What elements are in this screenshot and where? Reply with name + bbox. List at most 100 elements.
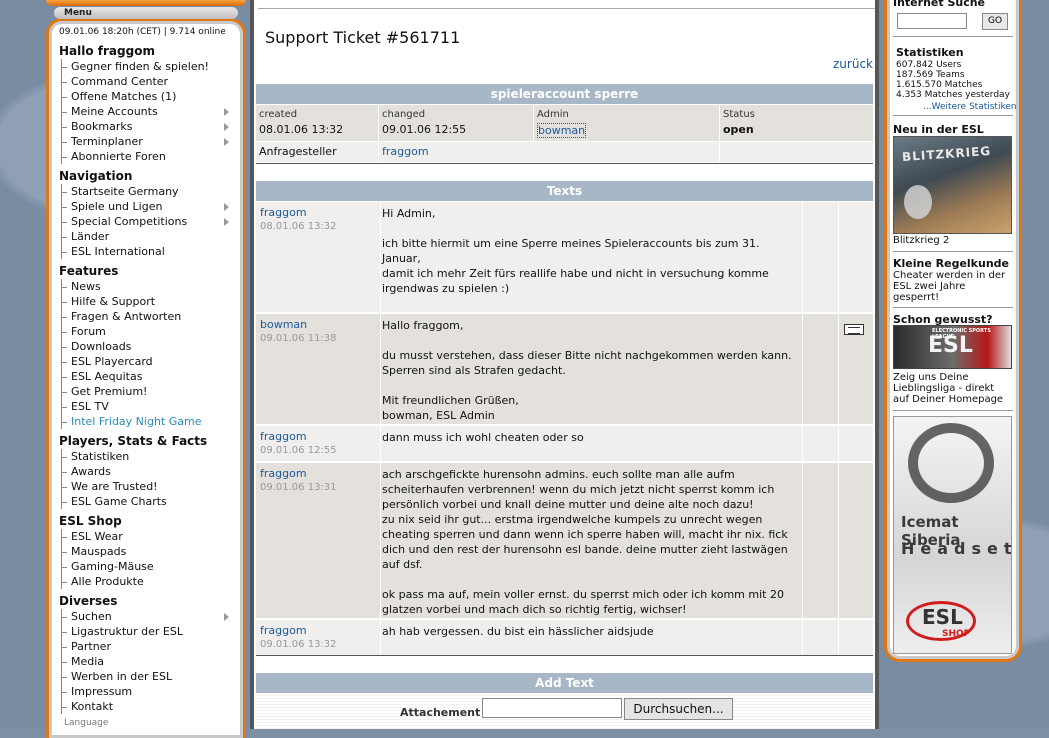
mail-icon[interactable] (844, 324, 864, 335)
menu-item[interactable]: Gegner finden & spielen! (59, 59, 239, 74)
back-link[interactable]: zurück (833, 57, 873, 71)
server-status: 09.01.06 18:20h (CET) | 9.714 online (59, 27, 226, 37)
menu-item[interactable]: Mauspads (59, 544, 239, 559)
menu-item-label: Bookmarks (71, 120, 133, 133)
menu-item[interactable]: Intel Friday Night Game (59, 414, 239, 429)
menu-item[interactable]: ESL TV (59, 399, 239, 414)
admin-link[interactable]: bowman (537, 123, 587, 138)
search-input[interactable] (897, 13, 967, 29)
menu-item-label: Impressum (71, 685, 133, 698)
menu-item[interactable]: Partner (59, 639, 239, 654)
did-you-know-text: Zeig uns Deine Lieblingsliga - direkt au… (893, 372, 1004, 405)
menu-item[interactable]: Media (59, 654, 239, 669)
left-sidebar: Menu 09.01.06 18:20h (CET) | 9.714 onlin… (46, 0, 246, 738)
menu-item[interactable]: Suchen (59, 609, 239, 624)
menu-item-label: Special Competitions (71, 215, 188, 228)
changed-value: 09.01.06 12:55 (382, 123, 467, 136)
menu-item[interactable]: Startseite Germany (59, 184, 239, 199)
more-stats-link[interactable]: ...Weitere Statistiken (923, 102, 1017, 112)
menu-item[interactable]: Abonnierte Foren (59, 149, 239, 164)
menu-item-label: ESL Aequitas (71, 370, 143, 383)
requester-label: Anfragesteller (259, 145, 337, 158)
message-row: fraggom 09.01.06 12:55 dann muss ich wohl … (256, 426, 873, 462)
blitzkrieg-image[interactable]: BLITZKRIEG (893, 136, 1012, 234)
submenu-arrow-icon (224, 613, 229, 621)
menu-item[interactable]: Fragen & Antworten (59, 309, 239, 324)
message-author-link[interactable]: fraggom (260, 624, 307, 637)
blitzkrieg-emblem-icon (904, 185, 932, 219)
menu-item[interactable]: News (59, 279, 239, 294)
menu-item-label: Partner (71, 640, 111, 653)
menu-item[interactable]: Länder (59, 229, 239, 244)
search-go-button[interactable]: GO (982, 13, 1008, 30)
column-divider (838, 314, 839, 425)
menu-item[interactable]: Downloads (59, 339, 239, 354)
menu-item[interactable]: Terminplaner (59, 134, 239, 149)
menu-item-label: Meine Accounts (71, 105, 158, 118)
column-divider (380, 463, 381, 619)
message-date: 09.01.06 11:38 (260, 333, 337, 344)
requester-link[interactable]: fraggom (382, 145, 429, 158)
menu-item-label: Downloads (71, 340, 132, 353)
menu-item[interactable]: Statistiken (59, 449, 239, 464)
menu-item-label: Awards (71, 465, 111, 478)
menu-item-label: Abonnierte Foren (71, 150, 166, 163)
menu-heading: ESL Shop (59, 514, 122, 528)
status-cell: Status open (720, 105, 873, 141)
message-row: bowman 09.01.06 11:38 Hallo fraggom, du mu… (256, 314, 873, 425)
menu-item[interactable]: Gaming-Mäuse (59, 559, 239, 574)
menu-item[interactable]: Bookmarks (59, 119, 239, 134)
message-author-link[interactable]: fraggom (260, 467, 307, 480)
menu-item[interactable]: Impressum (59, 684, 239, 699)
menu-item[interactable]: Offene Matches (1) (59, 89, 239, 104)
menu-item[interactable]: Special Competitions (59, 214, 239, 229)
menu-item[interactable]: Werben in der ESL (59, 669, 239, 684)
menu-item-label: Länder (71, 230, 110, 243)
menu-item-label: Terminplaner (71, 135, 143, 148)
browse-button[interactable]: Durchsuchen... (624, 698, 733, 720)
menu-item-label: Kontakt (71, 700, 114, 713)
menu-item[interactable]: Kontakt (59, 699, 239, 714)
headset-icon (908, 423, 994, 503)
menu-item-label: Command Center (71, 75, 169, 88)
menu-item[interactable]: Hilfe & Support (59, 294, 239, 309)
menu-item[interactable]: Meine Accounts (59, 104, 239, 119)
menu-item-label: Gegner finden & spielen! (71, 60, 209, 73)
search-heading: Internet Suche (893, 0, 986, 9)
esl-banner-image[interactable]: ESL ELECTRONIC SPORTS LEAGUE (893, 325, 1012, 369)
menu-item[interactable]: ESL Wear (59, 529, 239, 544)
message-author-link[interactable]: fraggom (260, 430, 307, 443)
requester-label-cell: Anfragesteller (256, 142, 378, 162)
menu-item[interactable]: Alle Produkte (59, 574, 239, 589)
menu-item-label: Werben in der ESL (71, 670, 173, 683)
menu-item-label: Media (71, 655, 105, 668)
menu-item[interactable]: We are Trusted! (59, 479, 239, 494)
menu-item[interactable]: Ligastruktur der ESL (59, 624, 239, 639)
menu-item[interactable]: ESL International (59, 244, 239, 259)
column-divider (838, 202, 839, 313)
message-row: fraggom 09.01.06 13:32 ah hab vergessen. d… (256, 620, 873, 656)
submenu-arrow-icon (224, 218, 229, 226)
menu-item-label: ESL Playercard (71, 355, 153, 368)
message-author-link[interactable]: fraggom (260, 206, 307, 219)
menu-heading: Features (59, 264, 119, 278)
menu-item[interactable]: Command Center (59, 74, 239, 89)
menu-item-label: Statistiken (71, 450, 130, 463)
column-divider (838, 620, 839, 656)
stats-line: 1.615.570 Matches (896, 80, 983, 90)
message-author-link[interactable]: bowman (260, 318, 307, 331)
new-game-caption[interactable]: Blitzkrieg 2 (893, 236, 949, 246)
menu-item[interactable]: ESL Aequitas (59, 369, 239, 384)
menu-item[interactable]: ESL Game Charts (59, 494, 239, 509)
menu-item[interactable]: Get Premium! (59, 384, 239, 399)
column-divider (380, 620, 381, 656)
menu-tab[interactable]: Menu (54, 7, 238, 19)
icemat-ad[interactable]: Icemat Siberia Headset ESL SHOP (893, 416, 1012, 654)
separator (893, 251, 1013, 252)
menu-item[interactable]: Forum (59, 324, 239, 339)
menu-item[interactable]: ESL Playercard (59, 354, 239, 369)
changed-cell: changed 09.01.06 12:55 (379, 105, 533, 141)
menu-item[interactable]: Spiele und Ligen (59, 199, 239, 214)
attachment-file-input[interactable] (482, 698, 622, 718)
menu-item[interactable]: Awards (59, 464, 239, 479)
